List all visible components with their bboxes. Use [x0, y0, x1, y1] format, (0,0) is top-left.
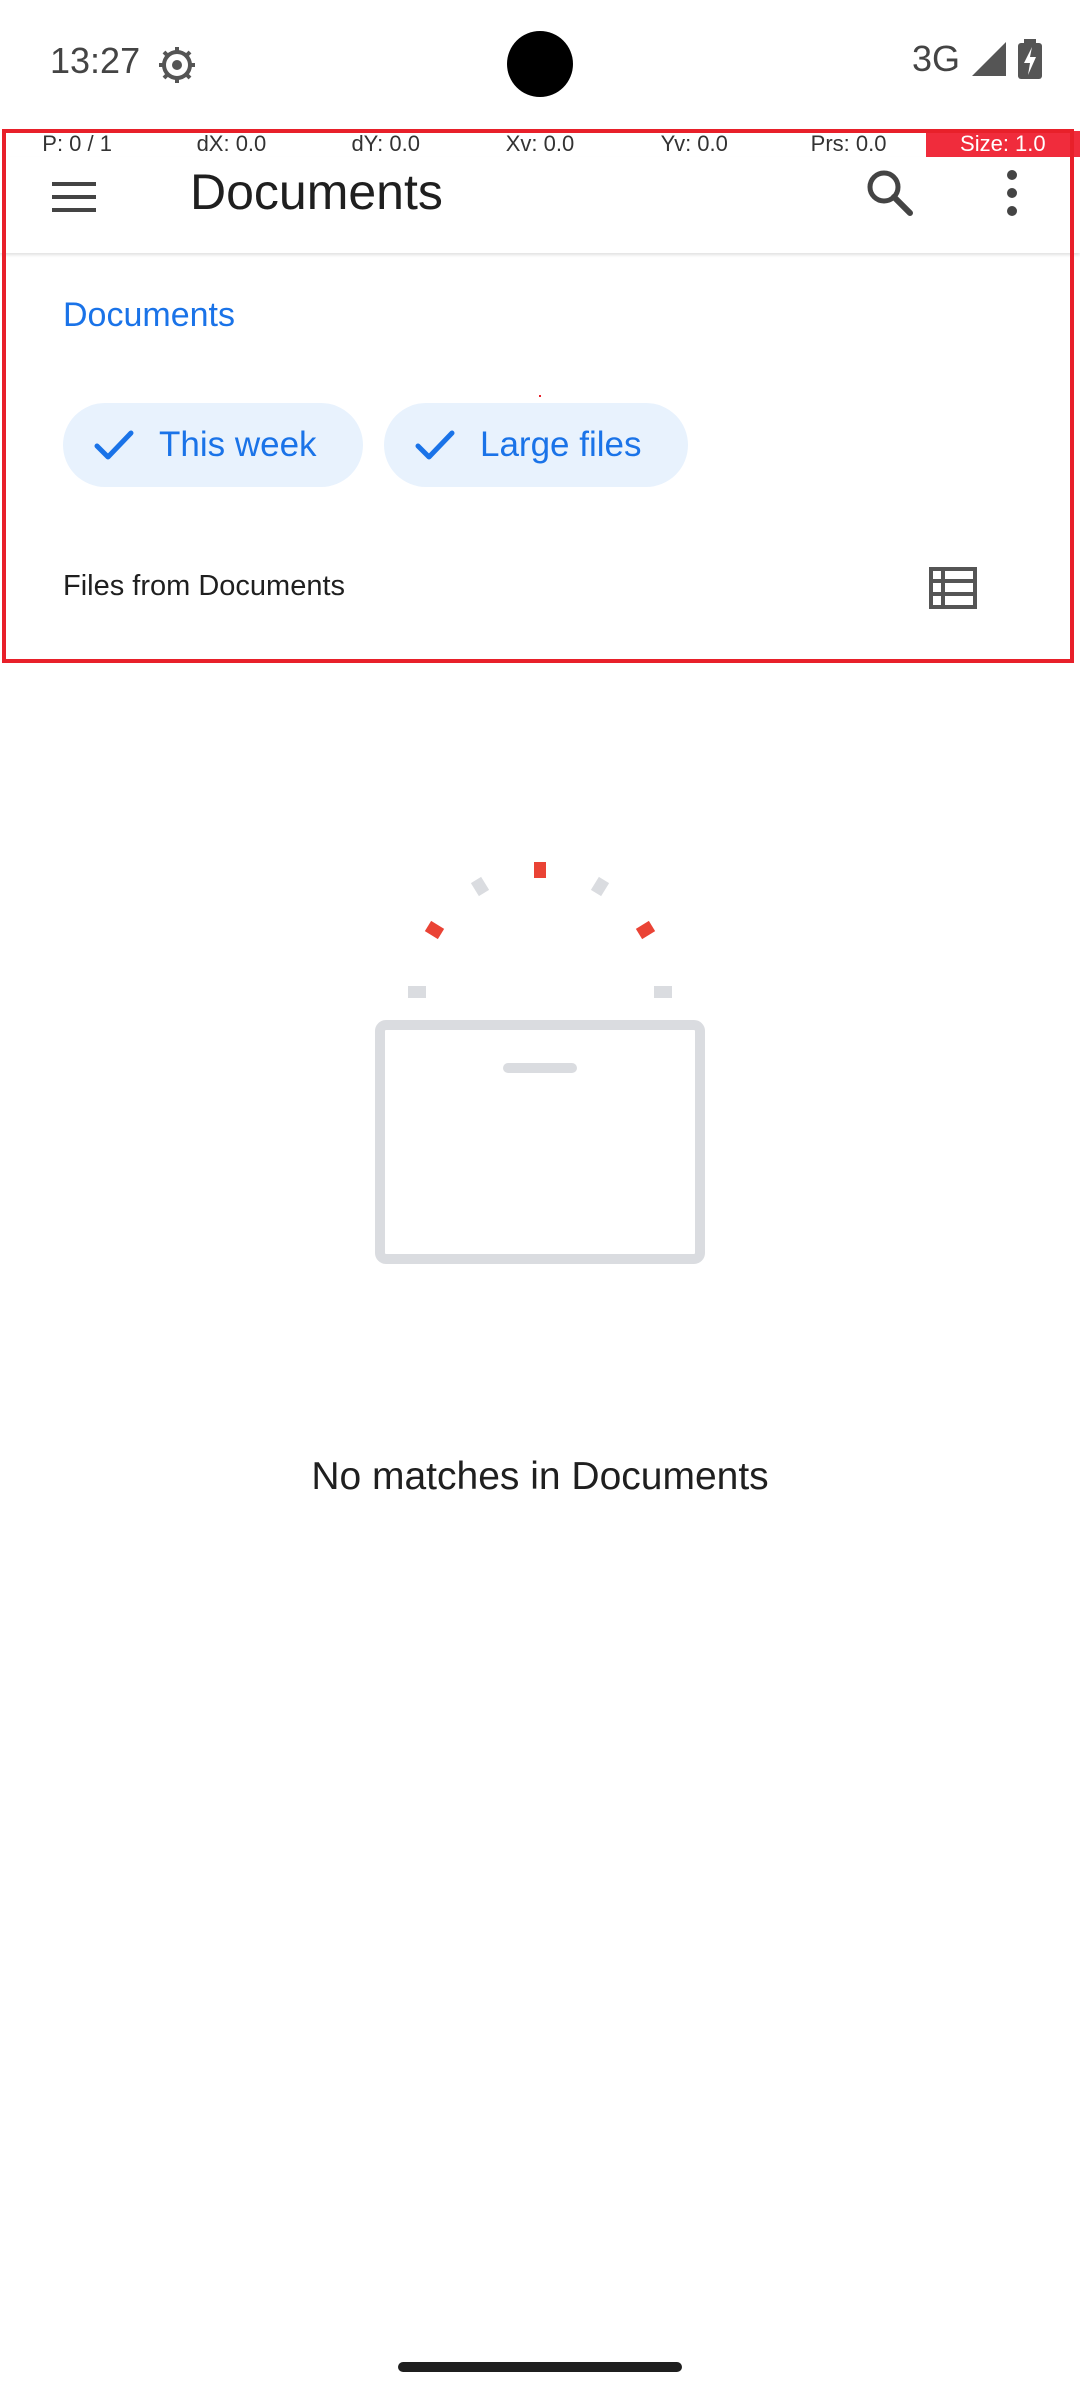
- status-indicators: 3G: [912, 38, 1042, 80]
- signal-icon: [972, 42, 1006, 76]
- page-title: Documents: [190, 164, 443, 220]
- status-time: 13:27: [50, 40, 141, 81]
- pointer-size: Size: 1.0: [925, 131, 1080, 157]
- chip-label: Large files: [480, 425, 642, 464]
- chip-label: This week: [159, 425, 317, 464]
- menu-icon[interactable]: [46, 169, 102, 225]
- search-icon[interactable]: [862, 165, 918, 221]
- pointer-dx: dX: 0.0: [196, 131, 267, 156]
- list-view-icon[interactable]: [928, 566, 978, 610]
- files-label: Files from Documents: [63, 570, 346, 602]
- pointer-count: P: 0 / 1: [42, 131, 112, 156]
- empty-state-illustration: [375, 862, 705, 1264]
- chip-this-week[interactable]: This week: [63, 403, 363, 487]
- check-icon: [94, 430, 134, 460]
- status-bar: 13:27 3G: [0, 0, 1080, 128]
- pointer-location-overlay: P: 0 / 1 dX: 0.0 dY: 0.0 Xv: 0.0 Yv: 0.0…: [0, 131, 1080, 157]
- pointer-pressure: Prs: 0.0: [810, 131, 887, 156]
- chip-large-files[interactable]: Large files: [384, 403, 688, 487]
- battery-icon: [1018, 39, 1042, 79]
- pointer-xv: Xv: 0.0: [505, 131, 575, 156]
- app-bar: Documents: [0, 157, 1080, 253]
- empty-state-message: No matches in Documents: [311, 1455, 769, 1498]
- settings-gear-icon: [159, 47, 195, 83]
- touch-trace-dot: [539, 395, 541, 397]
- gesture-navigation-bar[interactable]: [398, 2362, 682, 2372]
- check-icon: [415, 430, 455, 460]
- network-type: 3G: [911, 38, 960, 79]
- camera-cutout: [507, 31, 573, 97]
- section-heading: Documents: [63, 296, 235, 334]
- pointer-dy: dY: 0.0: [351, 131, 420, 156]
- more-vert-icon[interactable]: [990, 165, 1034, 221]
- pointer-yv: Yv: 0.0: [660, 131, 728, 156]
